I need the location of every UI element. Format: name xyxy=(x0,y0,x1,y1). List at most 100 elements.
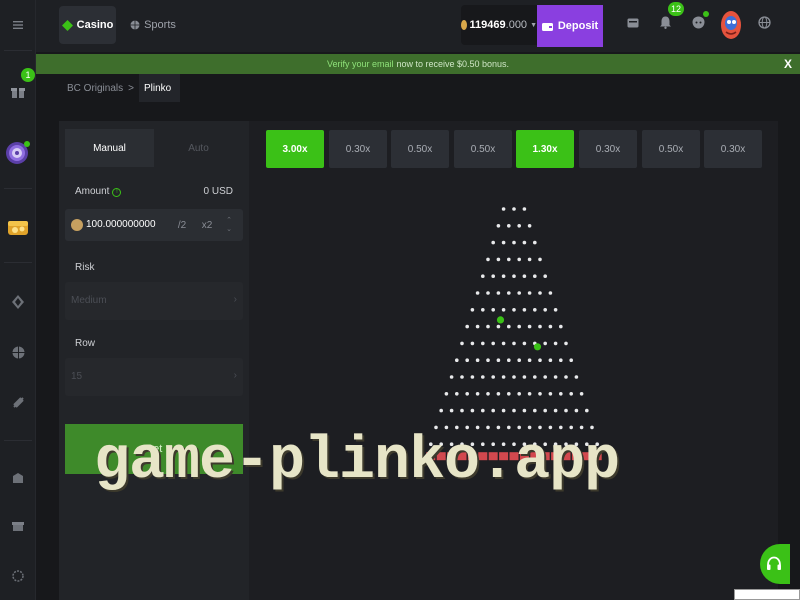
multiplier-chip[interactable]: 0.50x xyxy=(391,130,449,168)
watermark: game-plinko.app xyxy=(94,428,620,496)
plinko-pin xyxy=(501,308,506,312)
globe-icon[interactable] xyxy=(758,16,771,34)
plinko-ball xyxy=(496,316,505,324)
multiplier-chip[interactable]: 0.30x xyxy=(329,130,387,168)
menu-icon[interactable] xyxy=(0,14,36,36)
gift-icon[interactable] xyxy=(0,80,36,104)
multiplier-chip[interactable]: 3.00x xyxy=(266,130,324,168)
vip-club-icon[interactable] xyxy=(0,516,36,536)
casino-icon xyxy=(61,19,73,31)
verify-email-banner: Verify your email now to receive $0.50 b… xyxy=(36,54,800,74)
settings-icon[interactable] xyxy=(0,566,36,586)
multiplier-chip[interactable]: 0.50x xyxy=(642,130,700,168)
avatar[interactable] xyxy=(720,10,742,40)
plinko-pin xyxy=(449,375,454,379)
notification-badge: 12 xyxy=(668,2,685,16)
plinko-pin xyxy=(569,392,573,396)
deposit-button[interactable]: Deposit xyxy=(537,5,603,47)
plinko-pin xyxy=(517,291,521,295)
plinko-pin xyxy=(507,257,511,262)
plinko-pin xyxy=(496,392,501,396)
plinko-pin xyxy=(553,308,558,312)
double-amount-button[interactable]: x2 xyxy=(195,213,219,237)
plinko-pin xyxy=(538,291,542,295)
rewards-chest-icon[interactable] xyxy=(0,208,36,244)
breadcrumb-root[interactable]: BC Originals xyxy=(59,74,123,102)
plinko-pin xyxy=(527,358,532,362)
plinko-pin xyxy=(501,408,506,413)
half-amount-button[interactable]: /2 xyxy=(169,213,195,237)
balance-selector[interactable]: 119469.000 ▼ xyxy=(461,5,537,45)
sports-nav-icon[interactable] xyxy=(0,342,36,362)
plinko-game: Manual Auto Amount! 0 USD 100.000000000 … xyxy=(59,121,778,600)
info-icon[interactable]: ! xyxy=(112,188,122,197)
tab-sports[interactable]: Sports xyxy=(128,6,178,44)
plinko-pin xyxy=(501,274,506,278)
row-select[interactable]: 15 › xyxy=(65,358,243,396)
multiplier-chip[interactable]: 0.50x xyxy=(454,130,512,168)
plinko-pin xyxy=(507,324,511,329)
row-label: Row xyxy=(75,338,96,349)
plinko-pin xyxy=(496,224,501,228)
breadcrumb-current: Plinko xyxy=(138,74,181,102)
close-icon[interactable]: X xyxy=(784,57,792,71)
plinko-pin xyxy=(501,207,506,211)
plinko-pin xyxy=(486,291,490,295)
rail-divider xyxy=(4,50,32,51)
lottery-nav-icon[interactable] xyxy=(0,392,36,412)
multiplier-chip[interactable]: 0.30x xyxy=(579,130,637,168)
gift-badge: 1 xyxy=(21,68,35,82)
plinko-pin xyxy=(470,308,475,312)
amount-usd: 0 USD xyxy=(203,186,233,197)
plinko-pin xyxy=(475,392,480,396)
plinko-pin xyxy=(512,375,516,379)
plinko-pin xyxy=(496,358,501,362)
plinko-pin xyxy=(455,358,459,362)
amount-field[interactable]: 100.000000000 /2 x2 ⌃ ⌄ xyxy=(65,209,243,241)
multiplier-chip[interactable]: 1.30x xyxy=(516,130,574,168)
plinko-pin xyxy=(491,375,495,379)
chevron-down-icon[interactable]: ⌄ xyxy=(226,225,232,234)
row-value: 15 xyxy=(71,371,83,382)
promotions-icon[interactable] xyxy=(0,468,36,488)
plinko-pin xyxy=(460,408,464,413)
amount-value[interactable]: 100.000000000 xyxy=(86,219,156,230)
plinko-pin xyxy=(538,358,542,362)
plinko-pin xyxy=(486,392,490,396)
plinko-pin xyxy=(486,324,490,329)
plinko-pin xyxy=(486,257,490,262)
tab-auto[interactable]: Auto xyxy=(154,129,243,167)
tab-manual[interactable]: Manual xyxy=(65,129,154,167)
corner-widget xyxy=(734,589,800,600)
casino-nav-icon[interactable] xyxy=(0,292,36,312)
multiplier-chip[interactable]: 0.30x xyxy=(704,130,762,168)
amount-label: Amount! xyxy=(75,186,122,197)
wallet-deposit-icon xyxy=(541,22,553,31)
plinko-pin xyxy=(481,274,485,278)
plinko-pin xyxy=(564,375,568,379)
plinko-pin xyxy=(507,291,511,295)
plinko-pin xyxy=(548,392,553,396)
plinko-pin xyxy=(491,341,495,346)
plinko-pin xyxy=(486,358,490,362)
plinko-pin xyxy=(553,341,558,346)
plinko-pin xyxy=(507,224,511,228)
plinko-pin xyxy=(559,358,563,362)
top-bar: Casino Sports 119469.000 ▼ Deposit 12 xyxy=(36,0,800,52)
chat-icon[interactable] xyxy=(692,16,705,34)
plinko-pin xyxy=(527,224,532,228)
plinko-pin xyxy=(579,392,584,396)
tab-casino[interactable]: Casino xyxy=(59,6,116,44)
amount-stepper[interactable]: ⌃ ⌄ xyxy=(221,214,237,236)
chevron-down-icon: ▼ xyxy=(530,21,537,29)
spin-wheel-icon[interactable] xyxy=(0,136,36,168)
wallet-icon[interactable] xyxy=(627,16,639,34)
plinko-pin xyxy=(439,408,443,413)
chevron-up-icon[interactable]: ⌃ xyxy=(226,216,232,225)
verify-email-link[interactable]: Verify your email xyxy=(327,59,394,69)
bell-icon[interactable] xyxy=(660,16,671,34)
chevron-right-icon: › xyxy=(233,370,237,381)
risk-select[interactable]: Medium › xyxy=(65,282,243,320)
plinko-pin xyxy=(512,341,516,346)
plinko-pin xyxy=(527,392,532,396)
